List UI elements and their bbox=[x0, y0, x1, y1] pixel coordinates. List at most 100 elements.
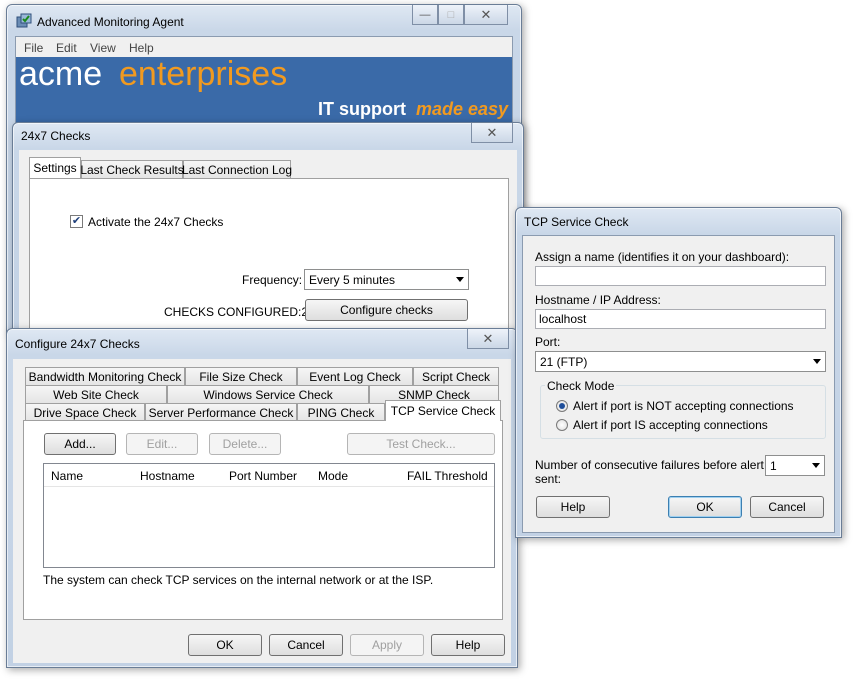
checks-window: 24x7 Checks ✕ Settings Last Check Result… bbox=[12, 122, 524, 340]
radio-not-accepting[interactable] bbox=[556, 400, 568, 412]
add-label: Add... bbox=[64, 437, 96, 451]
menu-edit[interactable]: Edit bbox=[56, 41, 77, 55]
edit-check-button[interactable]: Edit... bbox=[126, 433, 198, 455]
menu-view[interactable]: View bbox=[90, 41, 116, 55]
tcp-ok-label: OK bbox=[696, 500, 714, 514]
test-label: Test Check... bbox=[386, 437, 456, 451]
tab-label: Windows Service Check bbox=[203, 387, 333, 402]
ok-button[interactable]: OK bbox=[188, 634, 262, 656]
chevron-down-icon bbox=[812, 463, 820, 468]
tab-script[interactable]: Script Check bbox=[413, 367, 499, 385]
radio-accepting-label[interactable]: Alert if port IS accepting connections bbox=[573, 418, 768, 432]
frequency-value: Every 5 minutes bbox=[309, 272, 396, 287]
minimize-button[interactable]: — bbox=[412, 5, 438, 25]
info-text: The system can check TCP services on the… bbox=[43, 573, 434, 587]
settings-panel: ✔ Activate the 24x7 Checks Frequency: Ev… bbox=[29, 178, 509, 338]
checks-close-button[interactable]: ✕ bbox=[471, 123, 513, 143]
tab-settings[interactable]: Settings bbox=[29, 157, 81, 178]
tab-label: Script Check bbox=[421, 369, 491, 384]
tab-label: Web Site Check bbox=[53, 387, 139, 402]
cancel-button[interactable]: Cancel bbox=[269, 634, 343, 656]
checks-window-title: 24x7 Checks bbox=[21, 129, 91, 143]
tab-label: Server Performance Check bbox=[148, 405, 294, 420]
tab-last-connection-log[interactable]: Last Connection Log bbox=[182, 160, 292, 178]
main-window-title: Advanced Monitoring Agent bbox=[37, 15, 184, 29]
help-label: Help bbox=[455, 638, 481, 652]
tab-bandwidth-monitoring[interactable]: Bandwidth Monitoring Check bbox=[25, 367, 185, 385]
menu-help[interactable]: Help bbox=[129, 41, 154, 55]
tagline-prefix: IT support bbox=[318, 99, 406, 119]
tab-last-check-results[interactable]: Last Check Results bbox=[80, 160, 184, 178]
failures-label-line1: Number of consecutive failures before al… bbox=[535, 458, 764, 472]
activate-label: Activate the 24x7 Checks bbox=[88, 215, 224, 229]
apply-button[interactable]: Apply bbox=[350, 634, 424, 656]
tcp-ok-button[interactable]: OK bbox=[668, 496, 742, 518]
tab-windows-service[interactable]: Windows Service Check bbox=[167, 385, 369, 403]
help-button[interactable]: Help bbox=[431, 634, 505, 656]
tcp-dialog-title: TCP Service Check bbox=[524, 215, 629, 229]
hostname-field[interactable]: localhost bbox=[535, 309, 826, 329]
maximize-icon: □ bbox=[447, 8, 455, 21]
delete-check-button[interactable]: Delete... bbox=[209, 433, 281, 455]
activate-checkbox[interactable]: ✔ bbox=[70, 215, 83, 228]
tab-server-performance[interactable]: Server Performance Check bbox=[145, 403, 297, 421]
tab-event-log[interactable]: Event Log Check bbox=[297, 367, 413, 385]
tcp-service-panel: Add... Edit... Delete... Test Check... N… bbox=[23, 420, 503, 620]
tab-ping[interactable]: PING Check bbox=[297, 403, 385, 421]
checks-list-header: Name Hostname Port Number Mode FAIL Thre… bbox=[44, 464, 494, 487]
tab-label: Event Log Check bbox=[309, 369, 401, 384]
configure-window: Configure 24x7 Checks ✕ Bandwidth Monito… bbox=[6, 328, 518, 668]
configure-checks-button[interactable]: Configure checks bbox=[305, 299, 468, 321]
apply-label: Apply bbox=[371, 638, 403, 652]
tab-tcp-service[interactable]: TCP Service Check bbox=[385, 400, 501, 421]
port-select[interactable]: 21 (FTP) bbox=[535, 351, 826, 372]
checks-window-client: Settings Last Check Results Last Connect… bbox=[19, 150, 517, 338]
frequency-label: Frequency: bbox=[242, 273, 303, 287]
column-header-hostname[interactable]: Hostname bbox=[140, 469, 195, 483]
tcp-cancel-button[interactable]: Cancel bbox=[750, 496, 824, 518]
menu-bar: File Edit View Help bbox=[16, 37, 512, 57]
app-icon bbox=[16, 13, 32, 29]
checks-list[interactable]: Name Hostname Port Number Mode FAIL Thre… bbox=[43, 463, 495, 568]
cancel-label: Cancel bbox=[287, 638, 325, 652]
menu-file[interactable]: File bbox=[24, 41, 43, 55]
check-mode-label: Check Mode bbox=[545, 379, 617, 393]
tcp-dialog-client: Assign a name (identifies it on your das… bbox=[522, 235, 835, 533]
tab-label: File Size Check bbox=[199, 369, 283, 384]
edit-label: Edit... bbox=[146, 437, 178, 451]
name-label: Assign a name (identifies it on your das… bbox=[535, 250, 790, 264]
frequency-select[interactable]: Every 5 minutes bbox=[304, 269, 469, 290]
tab-label: TCP Service Check bbox=[390, 404, 496, 418]
failures-value: 1 bbox=[770, 458, 777, 473]
test-check-button[interactable]: Test Check... bbox=[347, 433, 495, 455]
check-mode-group: Check Mode Alert if port is NOT acceptin… bbox=[540, 379, 826, 439]
tab-settings-label: Settings bbox=[33, 161, 77, 175]
column-header-name[interactable]: Name bbox=[51, 469, 83, 483]
close-icon: ✕ bbox=[480, 6, 492, 22]
close-icon: ✕ bbox=[486, 124, 498, 140]
delete-label: Delete... bbox=[222, 437, 268, 451]
tab-file-size[interactable]: File Size Check bbox=[185, 367, 297, 385]
tcp-help-button[interactable]: Help bbox=[536, 496, 610, 518]
check-name-field[interactable] bbox=[535, 266, 826, 286]
tab-web-site[interactable]: Web Site Check bbox=[25, 385, 167, 403]
radio-not-accepting-label[interactable]: Alert if port is NOT accepting connectio… bbox=[573, 399, 794, 413]
tcp-cancel-label: Cancel bbox=[768, 500, 806, 514]
tagline-suffix: made easy bbox=[416, 99, 509, 119]
radio-accepting[interactable] bbox=[556, 419, 568, 431]
column-header-port-number[interactable]: Port Number bbox=[229, 469, 297, 483]
chevron-down-icon bbox=[456, 277, 464, 282]
maximize-button[interactable]: □ bbox=[438, 5, 464, 25]
brand-enterprises: enterprises bbox=[119, 55, 288, 93]
configure-close-button[interactable]: ✕ bbox=[467, 329, 509, 349]
failures-select[interactable]: 1 bbox=[765, 455, 825, 476]
tab-label: Bandwidth Monitoring Check bbox=[28, 369, 182, 384]
column-header-mode[interactable]: Mode bbox=[318, 469, 348, 483]
port-label: Port: bbox=[535, 335, 561, 349]
close-button[interactable]: ✕ bbox=[464, 5, 508, 25]
column-header-fail-threshold[interactable]: FAIL Threshold bbox=[407, 469, 488, 483]
tab-drive-space[interactable]: Drive Space Check bbox=[25, 403, 145, 421]
add-check-button[interactable]: Add... bbox=[44, 433, 116, 455]
tab-label: Drive Space Check bbox=[33, 405, 137, 420]
configure-window-title: Configure 24x7 Checks bbox=[15, 337, 140, 351]
